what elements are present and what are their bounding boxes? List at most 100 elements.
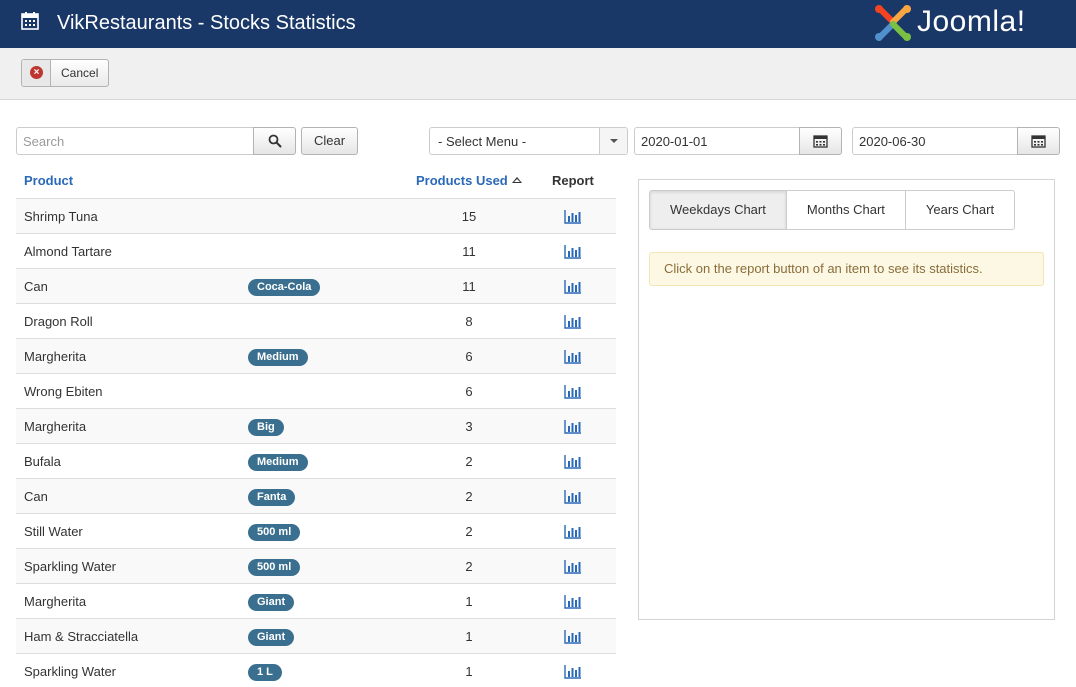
calendar-icon — [813, 135, 828, 148]
logo-text: Joomla! — [917, 5, 1026, 38]
table-row: Shrimp Tuna 15 — [16, 198, 616, 233]
product-name: Margherita — [24, 594, 87, 609]
joomla-logo: Joomla! — [873, 4, 1063, 42]
product-name: Bufala — [24, 454, 61, 469]
products-used-value: 6 — [465, 349, 473, 364]
product-name: Sparkling Water — [24, 559, 116, 574]
report-chart-icon[interactable] — [564, 245, 581, 259]
products-used-value: 11 — [462, 244, 476, 259]
variation-badge: Medium — [248, 349, 308, 366]
products-used-value: 2 — [465, 524, 473, 539]
stocks-table: Shrimp Tuna 15 Almond Tartare 11 Can Coca-Col… — [16, 198, 616, 687]
product-name: Ham & Stracciatella — [24, 629, 139, 644]
variation-badge: Fanta — [248, 489, 296, 506]
table-row: Can Coca-Cola 11 — [16, 268, 616, 303]
date-from-field[interactable]: 2020-01-01 — [634, 127, 800, 155]
tab-months-chart[interactable]: Months Chart — [785, 190, 906, 230]
variation-badge: Big — [248, 419, 284, 436]
sort-asc-icon — [511, 177, 522, 183]
table-row: Dragon Roll 8 — [16, 303, 616, 338]
date-from-value: 2020-01-01 — [641, 134, 708, 149]
search-button[interactable] — [253, 127, 296, 155]
variation-badge: Medium — [248, 454, 308, 471]
product-name: Margherita — [24, 349, 87, 364]
menu-select-value: - Select Menu - — [438, 134, 527, 149]
products-used-value: 1 — [465, 594, 473, 609]
tab-weekdays-chart[interactable]: Weekdays Chart — [649, 190, 787, 230]
date-from-calendar-button[interactable] — [799, 127, 842, 155]
product-name: Margherita — [24, 419, 87, 434]
table-row: Margherita Medium 6 — [16, 338, 616, 373]
search-input[interactable] — [16, 127, 254, 155]
report-chart-icon[interactable] — [564, 455, 581, 469]
product-name: Shrimp Tuna — [24, 209, 98, 224]
product-name: Dragon Roll — [24, 314, 93, 329]
calendar-icon — [1031, 135, 1046, 148]
calendar-icon — [21, 12, 39, 30]
table-row: Margherita Giant 1 — [16, 583, 616, 618]
report-chart-icon[interactable] — [564, 525, 581, 539]
toolbar: × Cancel — [0, 48, 1076, 100]
date-to-calendar-button[interactable] — [1017, 127, 1060, 155]
column-header-products-used[interactable]: Products Used — [416, 173, 522, 189]
product-name: Almond Tartare — [24, 244, 112, 259]
cancel-button[interactable]: × Cancel — [21, 59, 109, 87]
joomla-logo-icon — [875, 5, 911, 41]
table-row: Can Fanta 2 — [16, 478, 616, 513]
report-chart-icon[interactable] — [564, 665, 581, 679]
column-header-products-used-label: Products Used — [416, 173, 508, 188]
variation-badge: 500 ml — [248, 524, 301, 541]
product-name: Still Water — [24, 524, 83, 539]
info-notice: Click on the report button of an item to… — [649, 252, 1044, 286]
product-name: Can — [24, 279, 48, 294]
chart-tabs: Weekdays Chart Months Chart Years Chart — [649, 190, 1016, 230]
table-row: Margherita Big 3 — [16, 408, 616, 443]
product-name: Sparkling Water — [24, 664, 116, 679]
variation-badge: 1 L — [248, 664, 282, 681]
variation-badge: Giant — [248, 629, 295, 646]
report-chart-icon[interactable] — [564, 280, 581, 294]
variation-badge: 500 ml — [248, 559, 301, 576]
report-chart-icon[interactable] — [564, 420, 581, 434]
app-header: VikRestaurants - Stocks Statistics Jooml… — [0, 0, 1076, 48]
products-used-value: 11 — [462, 279, 476, 294]
report-chart-icon[interactable] — [564, 560, 581, 574]
products-used-value: 1 — [465, 664, 473, 679]
report-chart-icon[interactable] — [564, 210, 581, 224]
report-chart-icon[interactable] — [564, 490, 581, 504]
date-to-value: 2020-06-30 — [859, 134, 926, 149]
chart-panel: Weekdays Chart Months Chart Years Chart Cl… — [638, 179, 1055, 620]
clear-button[interactable]: Clear — [301, 127, 358, 155]
table-row: Almond Tartare 11 — [16, 233, 616, 268]
tab-years-chart[interactable]: Years Chart — [904, 190, 1016, 230]
date-to-field[interactable]: 2020-06-30 — [852, 127, 1018, 155]
variation-badge: Coca-Cola — [248, 279, 321, 296]
products-used-value: 15 — [461, 209, 477, 224]
products-used-value: 2 — [465, 559, 473, 574]
cancel-label: Cancel — [61, 66, 99, 80]
products-used-value: 6 — [465, 384, 473, 399]
column-header-report: Report — [552, 173, 594, 188]
variation-badge: Giant — [248, 594, 295, 611]
chevron-down-icon — [599, 128, 627, 154]
menu-select[interactable]: - Select Menu - — [429, 127, 628, 155]
table-row: Wrong Ebiten 6 — [16, 373, 616, 408]
report-chart-icon[interactable] — [564, 630, 581, 644]
products-used-value: 3 — [465, 419, 473, 434]
report-chart-icon[interactable] — [564, 595, 581, 609]
cancel-icon-box: × — [22, 60, 51, 86]
product-name: Can — [24, 489, 48, 504]
products-used-value: 1 — [465, 629, 473, 644]
products-used-value: 2 — [465, 489, 473, 504]
table-row: Bufala Medium 2 — [16, 443, 616, 478]
page-title: VikRestaurants - Stocks Statistics — [57, 12, 356, 34]
products-used-value: 8 — [465, 314, 473, 329]
report-chart-icon[interactable] — [564, 385, 581, 399]
search-icon — [268, 134, 282, 148]
table-row: Sparkling Water 1 L 1 — [16, 653, 616, 687]
report-chart-icon[interactable] — [564, 350, 581, 364]
column-header-product[interactable]: Product — [24, 173, 73, 189]
report-chart-icon[interactable] — [564, 315, 581, 329]
table-row: Still Water 500 ml 2 — [16, 513, 616, 548]
cancel-icon: × — [30, 66, 43, 79]
